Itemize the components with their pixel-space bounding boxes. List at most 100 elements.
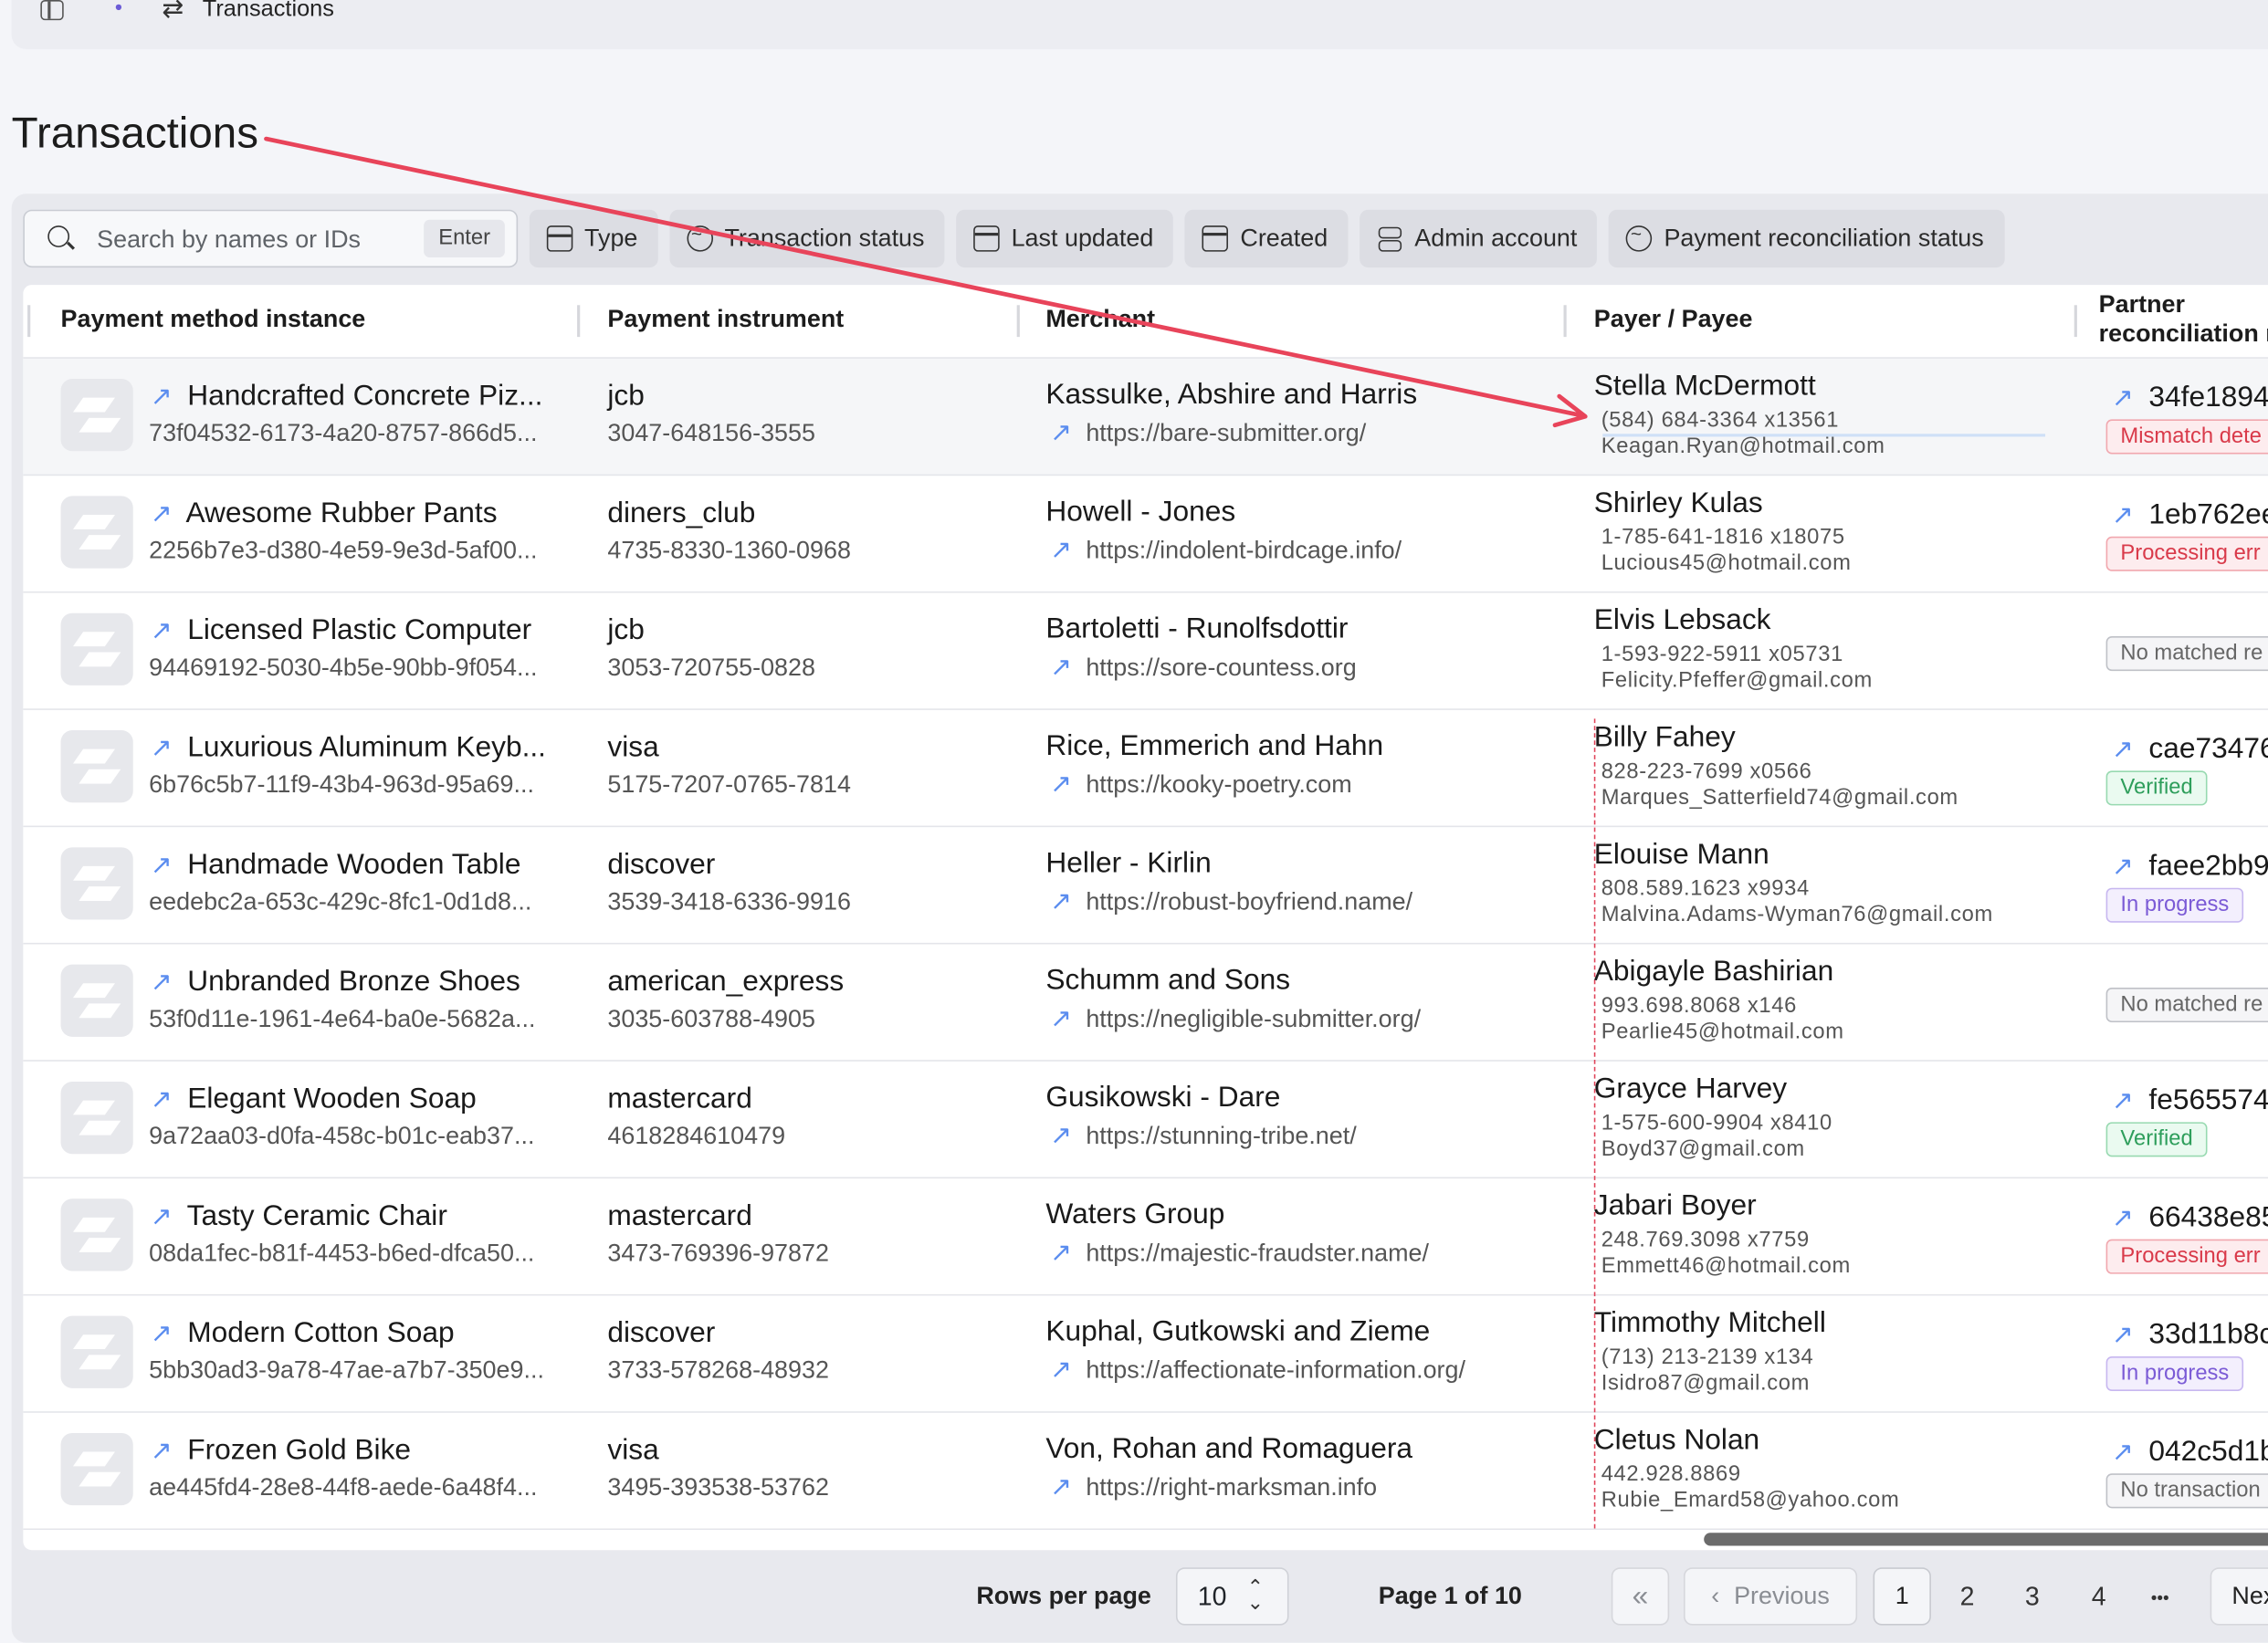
page-button-3[interactable]: 3 bbox=[2025, 1582, 2040, 1612]
filter-label: Payment reconciliation status bbox=[1664, 224, 1984, 252]
table-row[interactable]: ↗ Modern Cotton Soap 5bb30ad3-9a78-47ae-a… bbox=[23, 1295, 2268, 1413]
column-header-payer-payee[interactable]: Payer / Payee bbox=[1594, 305, 1753, 334]
payment-method-name[interactable]: ↗ Handcrafted Concrete Piz... bbox=[151, 381, 543, 413]
merchant-url[interactable]: ↗ https://negligible-submitter.org/ bbox=[1050, 1003, 1421, 1033]
instrument-number: 3495-393538-53762 bbox=[607, 1473, 829, 1502]
column-resizer[interactable] bbox=[577, 305, 581, 338]
page-button-4[interactable]: 4 bbox=[2092, 1582, 2106, 1612]
reconciliation-id[interactable]: ↗ fe565574 bbox=[2112, 1084, 2268, 1117]
reconciliation-id[interactable]: ↗ 1eb762ee bbox=[2112, 499, 2268, 532]
payment-method-id: 73f04532-6173-4a20-8757-866d5... bbox=[149, 419, 538, 447]
ellipsis-icon: ••• bbox=[2150, 1587, 2169, 1608]
merchant-url[interactable]: ↗ https://robust-boyfriend.name/ bbox=[1050, 886, 1412, 916]
filter-type[interactable]: Type bbox=[529, 209, 658, 268]
search-box[interactable]: Enter bbox=[23, 209, 519, 268]
payer-name: Elouise Mann bbox=[1593, 838, 1769, 871]
column-resizer[interactable] bbox=[1563, 305, 1567, 338]
payment-method-name[interactable]: ↗ Modern Cotton Soap bbox=[151, 1317, 455, 1350]
header-line: reconciliation r bbox=[2098, 319, 2268, 348]
payment-method-name[interactable]: ↗ Handmade Wooden Table bbox=[151, 849, 521, 882]
horizontal-scrollbar[interactable] bbox=[1704, 1533, 2268, 1546]
payment-method-name[interactable]: ↗ Unbranded Bronze Shoes bbox=[151, 966, 520, 999]
merchant-url-text: https://right-marksman.info bbox=[1086, 1473, 1378, 1502]
column-header-payment-method-instance[interactable]: Payment method instance bbox=[61, 305, 366, 334]
rows-per-page-select[interactable]: 10 ⌃ ⌄ bbox=[1175, 1567, 1289, 1626]
sidebar-toggle-icon[interactable] bbox=[40, 0, 64, 21]
merchant-url-text: https://robust-boyfriend.name/ bbox=[1086, 887, 1413, 916]
table-row[interactable]: ↗ Unbranded Bronze Shoes 53f0d11e-1961-4e… bbox=[23, 944, 2268, 1062]
payer-email: Rubie_Emard58@yahoo.com bbox=[1601, 1488, 1900, 1513]
merchant-url[interactable]: ↗ https://bare-submitter.org/ bbox=[1050, 418, 1366, 448]
table-row[interactable]: ↗ Handcrafted Concrete Piz... 73f04532-61… bbox=[23, 358, 2268, 476]
table-row[interactable]: ↗ Awesome Rubber Pants 2256b7e3-d380-4e59… bbox=[23, 476, 2268, 593]
reconciliation-id[interactable]: ↗ 042c5d1b bbox=[2112, 1436, 2268, 1469]
merchant-url[interactable]: ↗ https://sore-countess.org bbox=[1050, 652, 1357, 682]
column-header-merchant[interactable]: Merchant bbox=[1045, 305, 1155, 334]
filter-transaction-status[interactable]: Transaction status bbox=[669, 209, 945, 268]
page-button-1[interactable]: 1 bbox=[1873, 1567, 1931, 1626]
column-resizer[interactable] bbox=[27, 305, 31, 338]
payment-method-name[interactable]: ↗ Elegant Wooden Soap bbox=[151, 1083, 477, 1116]
payer-phone: 828-223-7699 x0566 bbox=[1601, 759, 1812, 784]
payment-method-logo-icon bbox=[60, 496, 133, 569]
payment-method-label: Licensed Plastic Computer bbox=[187, 614, 532, 647]
payment-method-id: eedebc2a-653c-429c-8fc1-0d1d8... bbox=[149, 887, 532, 916]
status-badge: Processing err bbox=[2105, 536, 2268, 571]
calendar-icon bbox=[973, 225, 1000, 252]
column-header-partner-reconciliation[interactable]: Partner reconciliation r bbox=[2099, 290, 2268, 348]
reconciliation-id[interactable]: ↗ cae73476 bbox=[2112, 733, 2268, 766]
payment-method-name[interactable]: ↗ Frozen Gold Bike bbox=[151, 1435, 411, 1468]
payment-method-name[interactable]: ↗ Awesome Rubber Pants bbox=[151, 497, 498, 530]
enter-hint: Enter bbox=[424, 219, 505, 257]
filter-last-updated[interactable]: Last updated bbox=[956, 209, 1174, 268]
breadcrumb[interactable]: Transactions bbox=[203, 0, 334, 23]
payer-email: Felicity.Pfeffer@gmail.com bbox=[1601, 667, 1873, 693]
merchant-url[interactable]: ↗ https://affectionate-information.org/ bbox=[1050, 1355, 1465, 1385]
table-row[interactable]: ↗ Handmade Wooden Table eedebc2a-653c-429… bbox=[23, 827, 2268, 945]
merchant-url[interactable]: ↗ https://right-marksman.info bbox=[1050, 1472, 1377, 1502]
merchant-url[interactable]: ↗ https://majestic-fraudster.name/ bbox=[1050, 1238, 1429, 1268]
table-row[interactable]: ↗ Luxurious Aluminum Keyb... 6b76c5b7-11f… bbox=[23, 710, 2268, 828]
reconciliation-id[interactable]: ↗ 33d11b8c bbox=[2112, 1319, 2268, 1352]
page-button-2[interactable]: 2 bbox=[1960, 1582, 1975, 1612]
status-icon bbox=[687, 223, 713, 252]
payer-name: Stella McDermott bbox=[1593, 370, 1816, 403]
external-link-icon: ↗ bbox=[1050, 769, 1073, 799]
column-resizer[interactable] bbox=[1016, 305, 1020, 338]
payer-phone: 442.928.8869 bbox=[1601, 1461, 1741, 1487]
status-badge: In progress bbox=[2105, 1355, 2244, 1392]
merchant-url[interactable]: ↗ https://kooky-poetry.com bbox=[1050, 769, 1352, 800]
merchant-url-text: https://affectionate-information.org/ bbox=[1086, 1355, 1465, 1385]
table-row[interactable]: ↗ Elegant Wooden Soap 9a72aa03-d0fa-458c-… bbox=[23, 1062, 2268, 1179]
merchant-url-text: https://majestic-fraudster.name/ bbox=[1086, 1239, 1430, 1267]
reconciliation-id[interactable]: ↗ 34fe1894 bbox=[2112, 382, 2268, 414]
payment-method-id: 94469192-5030-4b5e-90bb-9f054... bbox=[149, 654, 538, 682]
payment-method-name[interactable]: ↗ Luxurious Aluminum Keyb... bbox=[151, 732, 546, 765]
page-title: Transactions bbox=[11, 110, 258, 158]
filter-admin-account[interactable]: Admin account bbox=[1360, 209, 1598, 268]
merchant-url[interactable]: ↗ https://stunning-tribe.net/ bbox=[1050, 1121, 1357, 1151]
header-line: Partner bbox=[2098, 290, 2185, 319]
payment-method-name[interactable]: ↗ Licensed Plastic Computer bbox=[151, 614, 531, 647]
filter-created[interactable]: Created bbox=[1185, 209, 1349, 268]
merchant-url[interactable]: ↗ https://indolent-birdcage.info/ bbox=[1050, 535, 1402, 565]
table-row[interactable]: ↗ Tasty Ceramic Chair 08da1fec-b81f-4453-… bbox=[23, 1178, 2268, 1296]
table-row[interactable]: ↗ Licensed Plastic Computer 94469192-5030… bbox=[23, 593, 2268, 710]
search-input[interactable] bbox=[93, 219, 404, 261]
instrument-type: american_express bbox=[607, 966, 845, 999]
merchant-name: Kuphal, Gutkowski and Zieme bbox=[1045, 1315, 1431, 1348]
external-link-icon: ↗ bbox=[1050, 1003, 1073, 1033]
column-header-payment-instrument[interactable]: Payment instrument bbox=[607, 305, 844, 334]
next-page-button[interactable]: Nex bbox=[2210, 1567, 2268, 1626]
previous-page-button[interactable]: ‹ Previous bbox=[1684, 1567, 1858, 1626]
column-resizer[interactable] bbox=[2074, 305, 2077, 338]
reconciliation-id[interactable]: ↗ faee2bb9 bbox=[2112, 851, 2268, 884]
calendar-icon bbox=[1202, 225, 1229, 252]
reconciliation-id[interactable]: ↗ 66438e85 bbox=[2112, 1201, 2268, 1234]
payment-method-logo-icon bbox=[60, 379, 133, 452]
table-row[interactable]: ↗ Frozen Gold Bike ae445fd4-28e8-44f8-aed… bbox=[23, 1413, 2268, 1531]
first-page-button[interactable]: « bbox=[1611, 1567, 1670, 1626]
payment-method-name[interactable]: ↗ Tasty Ceramic Chair bbox=[151, 1200, 447, 1233]
instrument-number: 3733-578268-48932 bbox=[607, 1355, 829, 1385]
filter-payment-reconciliation-status[interactable]: Payment reconciliation status bbox=[1609, 209, 2004, 268]
